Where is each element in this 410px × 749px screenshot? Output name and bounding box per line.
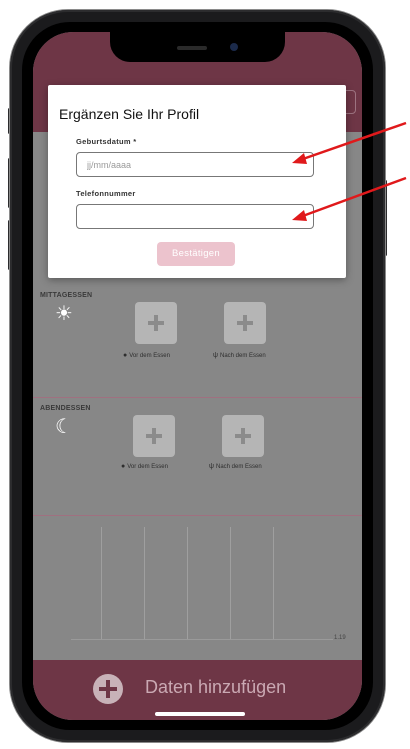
arrow-to-phone bbox=[292, 176, 407, 221]
annotation-arrows bbox=[292, 121, 407, 221]
arrow-to-birthdate bbox=[292, 121, 407, 164]
